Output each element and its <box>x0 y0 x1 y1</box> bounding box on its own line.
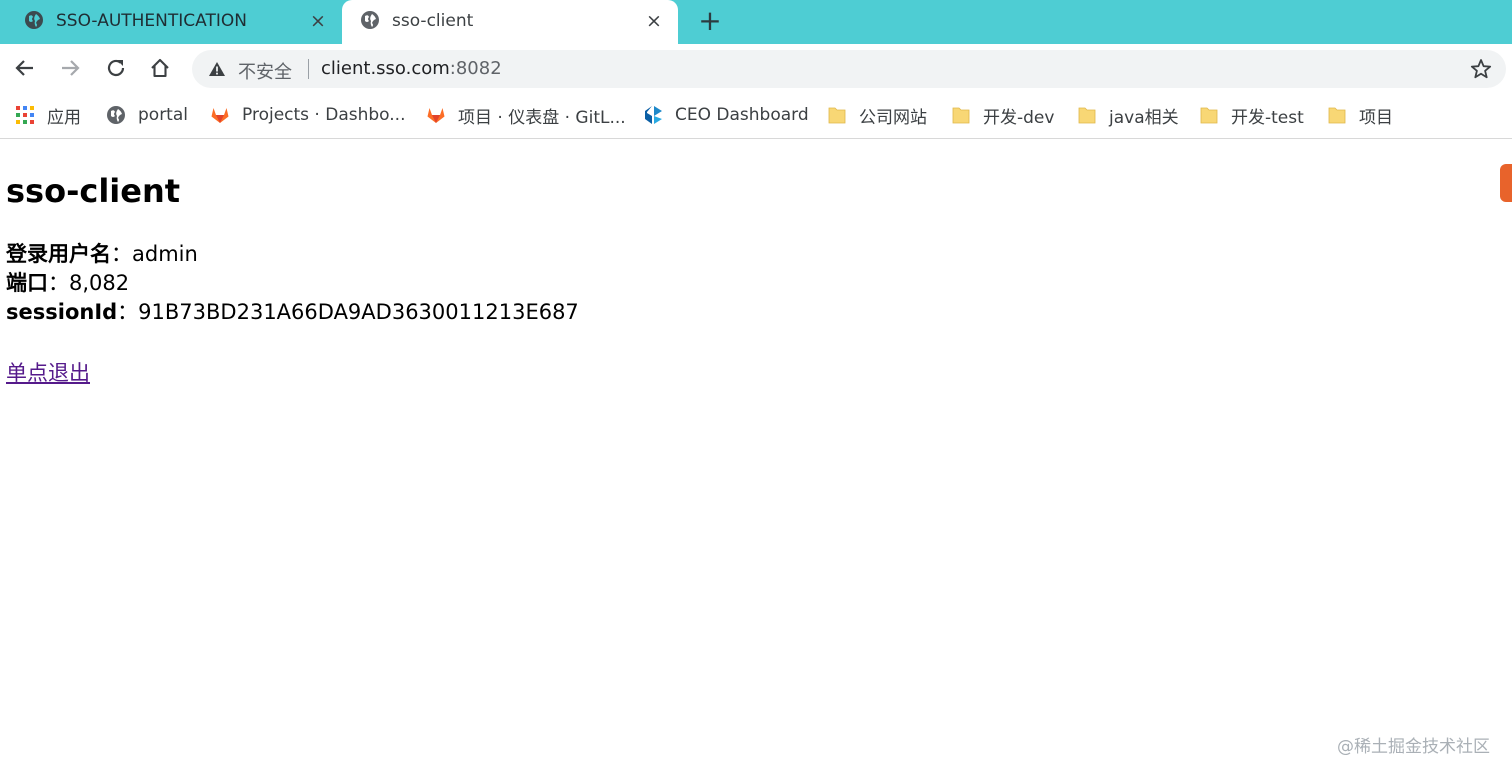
home-button[interactable] <box>148 56 172 80</box>
port-row: 端口：8,082 <box>6 269 579 298</box>
folder-icon <box>952 107 970 124</box>
apps-grid-icon <box>16 106 34 124</box>
tab-sso-client[interactable]: sso-client × <box>342 0 678 44</box>
bookmark-label: 项目 · 仪表盘 · GitL... <box>458 107 626 128</box>
bookmark-label: 开发-test <box>1231 107 1304 128</box>
bookmark-folder-java[interactable]: java相关 <box>1077 104 1179 128</box>
bookmark-ceo-dashboard[interactable]: CEO Dashboard <box>643 104 809 126</box>
tab-strip: SSO-AUTHENTICATION × sso-client × + <box>0 0 1512 44</box>
bookmark-portal[interactable]: portal <box>106 104 188 126</box>
url-host: client.sso.com <box>321 58 450 79</box>
url-text[interactable]: client.sso.com:8082 <box>321 58 502 79</box>
gitlab-icon <box>211 108 229 123</box>
globe-icon <box>361 11 379 29</box>
bookmarks-bar: 应用 portal Projects · Dashbo... 项目 · 仪表盘 … <box>0 92 1512 139</box>
new-tab-button[interactable]: + <box>696 7 724 36</box>
tab-title: SSO-AUTHENTICATION <box>56 11 247 31</box>
logout-link[interactable]: 单点退出 <box>6 357 90 387</box>
address-bar[interactable]: 不安全 client.sso.com:8082 <box>192 50 1506 88</box>
username-separator: ： <box>111 242 132 266</box>
session-label: sessionId <box>6 300 118 324</box>
bookmark-label: 应用 <box>47 107 81 128</box>
arrow-left-icon <box>15 60 33 76</box>
folder-icon <box>1200 107 1218 124</box>
arrow-right-icon <box>62 60 80 76</box>
bookmark-label: CEO Dashboard <box>675 105 809 125</box>
port-value: 8,082 <box>69 271 130 295</box>
bookmark-projects-dashboard[interactable]: Projects · Dashbo... <box>210 104 405 126</box>
folder-icon <box>828 107 846 124</box>
bookmark-label: portal <box>138 105 188 125</box>
bookmark-folder-company-site[interactable]: 公司网站 <box>827 104 927 128</box>
gitlab-icon <box>427 108 445 123</box>
url-port: :8082 <box>449 58 502 79</box>
tab-title: sso-client <box>392 11 474 31</box>
user-info: 登录用户名：admin 端口：8,082 sessionId：91B73BD23… <box>6 240 579 327</box>
bookmark-label: 公司网站 <box>859 107 927 128</box>
bookmark-label: 项目 <box>1359 107 1393 128</box>
address-divider <box>308 59 309 79</box>
page-title: sso-client <box>6 172 181 210</box>
bookmark-apps[interactable]: 应用 <box>15 104 81 128</box>
home-icon <box>151 58 169 78</box>
bookmark-label: 开发-dev <box>983 107 1055 128</box>
folder-icon <box>1078 107 1096 124</box>
globe-icon <box>25 11 43 29</box>
globe-icon <box>107 106 125 124</box>
bookmark-label: java相关 <box>1109 107 1179 128</box>
bookmark-folder-projects[interactable]: 项目 <box>1327 104 1393 128</box>
close-icon[interactable]: × <box>644 11 664 31</box>
watermark: @稀土掘金技术社区 <box>1337 737 1490 757</box>
bookmark-folder-dev[interactable]: 开发-dev <box>951 104 1055 128</box>
page-content: sso-client 登录用户名：admin 端口：8,082 sessionI… <box>6 168 579 387</box>
tab-sso-authentication[interactable]: SSO-AUTHENTICATION × <box>0 0 342 44</box>
session-value: 91B73BD231A66DA9AD3630011213E687 <box>138 300 579 324</box>
reload-icon <box>107 59 125 77</box>
security-status[interactable]: 不安全 <box>238 58 292 84</box>
port-separator: ： <box>48 271 69 295</box>
toolbar: 不安全 client.sso.com:8082 <box>0 44 1512 92</box>
username-value: admin <box>132 242 198 266</box>
warning-icon[interactable] <box>208 61 226 77</box>
port-label: 端口 <box>6 271 48 295</box>
star-icon[interactable] <box>1470 58 1492 80</box>
back-button[interactable] <box>13 56 37 80</box>
dashboard-logo-icon <box>645 106 662 124</box>
close-icon[interactable]: × <box>308 11 328 31</box>
side-extension-badge[interactable] <box>1500 164 1512 202</box>
bookmark-folder-test[interactable]: 开发-test <box>1199 104 1304 128</box>
username-row: 登录用户名：admin <box>6 240 579 269</box>
reload-button[interactable] <box>104 56 128 80</box>
username-label: 登录用户名 <box>6 242 111 266</box>
session-separator: ： <box>117 300 139 324</box>
bookmark-gitlab-dashboard[interactable]: 项目 · 仪表盘 · GitL... <box>426 104 626 128</box>
bookmark-label: Projects · Dashbo... <box>242 105 406 125</box>
folder-icon <box>1328 107 1346 124</box>
forward-button[interactable] <box>58 56 82 80</box>
session-row: sessionId：91B73BD231A66DA9AD3630011213E6… <box>6 298 579 327</box>
